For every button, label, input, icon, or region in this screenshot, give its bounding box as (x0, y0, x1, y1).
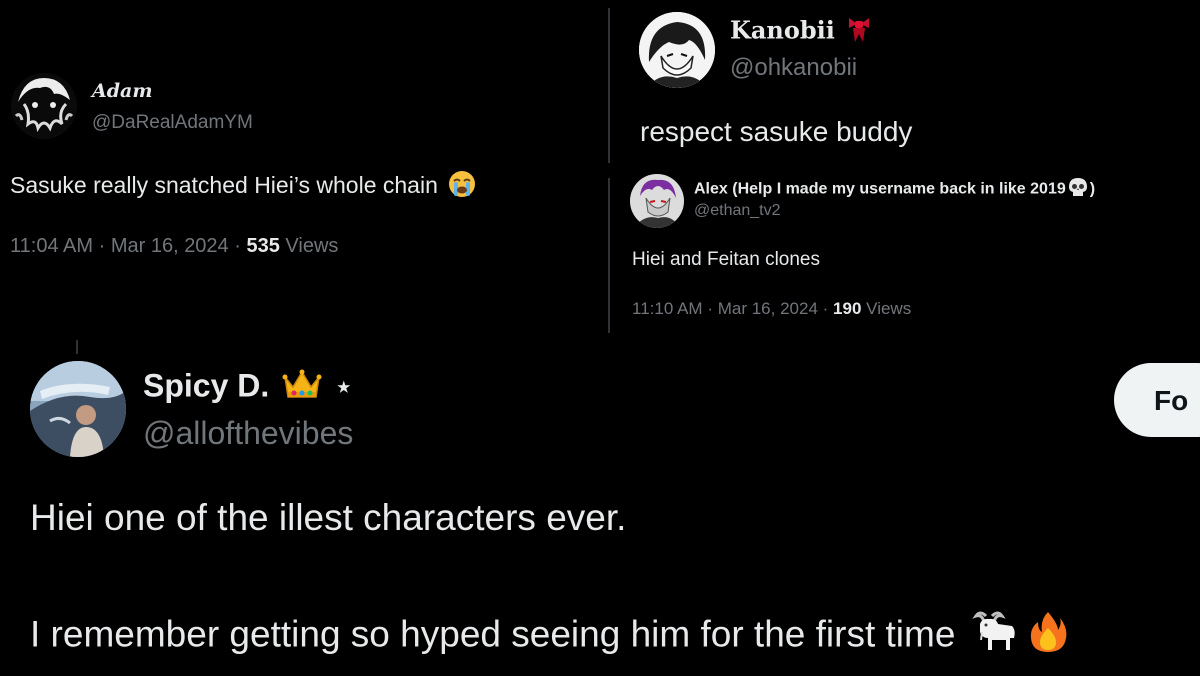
fire-icon (1028, 610, 1068, 663)
handle[interactable]: @allofthevibes (143, 415, 353, 452)
views-count: 190 (833, 299, 862, 318)
meta-separator: · (234, 235, 241, 257)
views-label: Views (285, 235, 339, 257)
crying-face-icon (448, 170, 476, 204)
tweet-text-body: Sasuke really snatched Hiei’s whole chai… (10, 172, 438, 199)
crown-icon (282, 367, 322, 409)
tweet-date[interactable]: Mar 16, 2024 (111, 235, 229, 257)
avatar-spicy[interactable] (30, 361, 126, 457)
display-name[interactable]: Alex (Help I made my username back in li… (694, 177, 1095, 202)
handle[interactable]: @DaRealAdamYM (92, 112, 253, 134)
avatar-adam[interactable] (10, 72, 78, 140)
thread-line (76, 340, 78, 354)
red-ribbon-icon (845, 14, 873, 50)
avatar-alex[interactable] (630, 174, 684, 228)
tweet-time[interactable]: 11:10 AM (632, 299, 703, 318)
display-name-text[interactable]: Kanobii (730, 16, 835, 45)
tweet-text: Hiei and Feitan clones (632, 249, 820, 270)
display-name-text[interactable]: Alex (Help I made my username back in li… (694, 181, 1066, 198)
display-name[interactable]: Adam (92, 80, 152, 102)
meta-separator: · (707, 299, 713, 318)
display-name[interactable]: Kanobii (730, 14, 873, 50)
views-label: Views (866, 299, 912, 318)
star-mark: ⋆ (335, 371, 353, 403)
display-name-text[interactable]: Spicy D. (143, 367, 269, 403)
tweet-meta: 11:04 AM · Mar 16, 2024 · 535 Views (10, 235, 338, 258)
tweet-text-body: I remember getting so hyped seeing him f… (30, 613, 956, 655)
tweet-spicy: Spicy D. ⋆ @allofthevibes Fo Hiei one of… (0, 355, 1200, 676)
handle[interactable]: @ethan_tv2 (694, 202, 781, 220)
tweet-text: Sasuke really snatched Hiei’s whole chai… (10, 170, 476, 204)
display-name[interactable]: Spicy D. ⋆ (143, 367, 353, 409)
thread-line (608, 178, 610, 333)
display-name-end[interactable]: ) (1090, 181, 1095, 198)
views-count: 535 (246, 235, 280, 257)
tweet-text-line-1: Hiei one of the illest characters ever. (30, 497, 627, 538)
tweet-adam: Adam @DaRealAdamYM Sasuke really snatche… (0, 0, 605, 330)
tweet-meta: 11:10 AM · Mar 16, 2024 · 190 Views (632, 299, 911, 319)
meta-separator: · (822, 299, 829, 318)
meta-separator: · (98, 235, 106, 257)
tweet-kanobii: Kanobii @ohkanobii respect sasuke buddy (612, 0, 1200, 165)
tweet-date[interactable]: Mar 16, 2024 (718, 299, 818, 318)
thread-line (608, 8, 610, 163)
tweet-alex: Alex (Help I made my username back in li… (612, 168, 1200, 330)
handle[interactable]: @ohkanobii (730, 54, 857, 82)
goat-icon (972, 610, 1018, 663)
tweet-text-line-2: I remember getting so hyped seeing him f… (30, 610, 1068, 663)
avatar-kanobii[interactable] (639, 12, 715, 88)
skull-icon (1068, 177, 1088, 202)
tweet-text: respect sasuke buddy (640, 116, 913, 147)
follow-button-label: Fo (1154, 385, 1189, 416)
tweet-time[interactable]: 11:04 AM (10, 235, 93, 257)
follow-button[interactable]: Fo (1114, 363, 1200, 437)
